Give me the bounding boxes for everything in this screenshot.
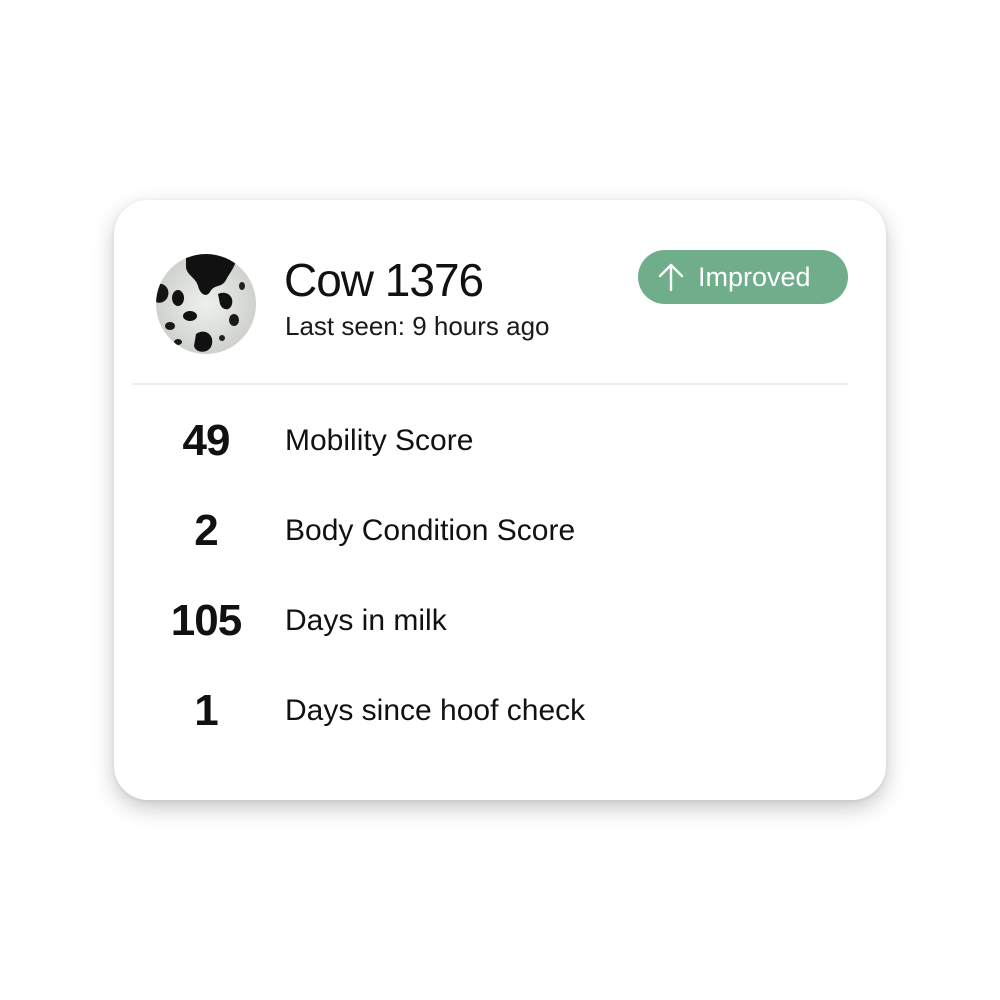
stat-value: 2 [194, 506, 218, 555]
status-badge: Improved [638, 250, 848, 304]
stat-row-days-in-milk: 105 Days in milk [114, 591, 886, 651]
divider [132, 383, 848, 385]
avatar [156, 254, 256, 354]
stat-row-body-condition: 2 Body Condition Score [114, 501, 886, 561]
cow-title: Cow 1376 [284, 254, 484, 306]
stat-label: Mobility Score [285, 424, 474, 457]
stat-label: Days in milk [285, 604, 447, 637]
cow-summary-card: Cow 1376 Last seen: 9 hours ago Improved… [114, 200, 886, 800]
status-badge-label: Improved [698, 261, 811, 292]
cow-hide-icon [156, 254, 256, 354]
stat-value: 1 [194, 686, 218, 735]
arrow-up-icon [658, 262, 684, 292]
stat-label: Days since hoof check [285, 694, 586, 727]
stat-label: Body Condition Score [285, 514, 576, 547]
stat-value: 49 [182, 416, 231, 465]
stat-row-hoof-check: 1 Days since hoof check [114, 681, 886, 741]
last-seen-text: Last seen: 9 hours ago [285, 311, 550, 341]
stat-row-mobility: 49 Mobility Score [114, 411, 886, 471]
stat-value: 105 [170, 596, 242, 645]
